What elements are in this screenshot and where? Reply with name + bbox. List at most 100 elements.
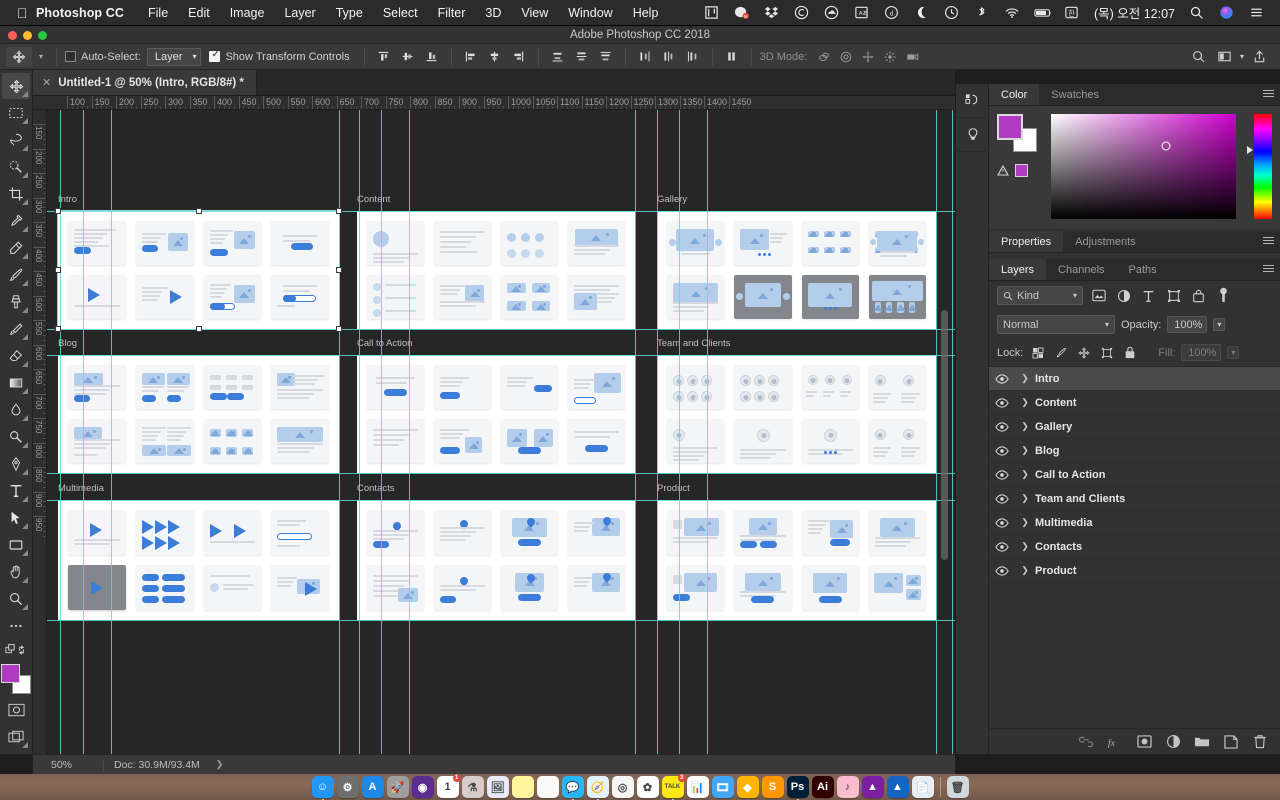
- wireframe-card[interactable]: [734, 275, 792, 319]
- history-brush-tool[interactable]: [2, 316, 30, 342]
- wireframe-card[interactable]: [568, 275, 625, 319]
- layer-group-expand-chevron-right-icon[interactable]: ❯: [1015, 397, 1035, 408]
- wifi-icon[interactable]: [1004, 5, 1020, 21]
- filter-pixel-icon[interactable]: [1089, 286, 1108, 305]
- dock-item-kakaotalk[interactable]: TALK 3: [661, 774, 686, 800]
- layer-group-expand-chevron-right-icon[interactable]: ❯: [1015, 469, 1035, 480]
- artboard-label[interactable]: Multimedia: [58, 483, 104, 494]
- wireframe-card[interactable]: [667, 221, 725, 265]
- artboard[interactable]: [58, 500, 339, 620]
- wireframe-card[interactable]: [203, 510, 262, 555]
- artboard[interactable]: [357, 355, 635, 473]
- wireframe-card[interactable]: [367, 419, 424, 463]
- scale-3d-camera-icon[interactable]: [901, 47, 923, 67]
- wireframe-card[interactable]: [568, 419, 625, 463]
- wireframe-card[interactable]: [68, 565, 126, 610]
- opacity-chevron-down-icon[interactable]: ▾: [1213, 318, 1226, 331]
- wireframe-card[interactable]: [568, 565, 625, 610]
- cloud-icon[interactable]: [824, 5, 840, 21]
- wireframe-card[interactable]: [434, 510, 491, 555]
- dock-item-trash[interactable]: 🗑: [946, 776, 969, 798]
- dock-item-safari[interactable]: 🧭: [586, 776, 609, 800]
- tab-paths[interactable]: Paths: [1117, 259, 1169, 280]
- tab-adjustments[interactable]: Adjustments: [1063, 231, 1148, 252]
- wireframe-card[interactable]: [501, 275, 558, 319]
- clone-stamp-tool[interactable]: [2, 289, 30, 315]
- wireframe-card[interactable]: [434, 275, 491, 319]
- layer-row[interactable]: ❯ Multimedia: [989, 511, 1280, 535]
- tool-preset-chevron-down-icon[interactable]: ▾: [34, 52, 48, 61]
- canvas-area[interactable]: Intro Content Gallery Blog Call to Action Tea…: [47, 110, 955, 754]
- align-horizontal-centers-icon[interactable]: [484, 47, 506, 67]
- dock-item-sublime-text[interactable]: S: [761, 776, 784, 798]
- guide-vertical[interactable]: [952, 110, 953, 754]
- dock-item-itunes[interactable]: ♪: [836, 776, 859, 798]
- align-bottom-edges-icon[interactable]: [421, 47, 443, 67]
- artboard[interactable]: [657, 500, 936, 620]
- wireframe-card[interactable]: [367, 365, 424, 409]
- wireframe-card[interactable]: [271, 419, 329, 463]
- dock-item-finder[interactable]: ☺: [311, 776, 334, 800]
- type-tool[interactable]: [2, 478, 30, 504]
- wireframe-card[interactable]: [271, 510, 329, 555]
- wireframe-card[interactable]: [501, 221, 558, 265]
- foreground-color-swatch[interactable]: [1, 664, 20, 683]
- notability-icon[interactable]: [704, 5, 720, 21]
- artboard-label[interactable]: Call to Action: [357, 338, 412, 349]
- workspace-chevron-down-icon[interactable]: ▾: [1240, 52, 1244, 61]
- wireframe-card[interactable]: [801, 365, 859, 409]
- layer-visibility-eye-icon[interactable]: [989, 517, 1015, 528]
- layer-group-expand-chevron-right-icon[interactable]: ❯: [1015, 445, 1035, 456]
- layer-group-expand-chevron-right-icon[interactable]: ❯: [1015, 421, 1035, 432]
- dock-item-photoshop[interactable]: Ps: [786, 776, 809, 800]
- wireframe-card[interactable]: [868, 565, 926, 610]
- gradient-tool[interactable]: [2, 370, 30, 396]
- primary-button[interactable]: [518, 594, 541, 601]
- wireframe-card[interactable]: [68, 510, 126, 555]
- wireframe-card[interactable]: [203, 419, 262, 463]
- primary-button[interactable]: [518, 539, 541, 546]
- menu-item-window[interactable]: Window: [558, 6, 622, 20]
- align-more-icon[interactable]: [721, 47, 743, 67]
- wireframe-card[interactable]: [271, 221, 329, 265]
- play-icon[interactable]: [304, 582, 317, 597]
- wireframe-card[interactable]: [868, 221, 926, 265]
- guide-vertical[interactable]: [83, 110, 84, 754]
- share-icon[interactable]: [1248, 47, 1270, 67]
- guide-horizontal[interactable]: [47, 473, 955, 474]
- pen-tool[interactable]: [2, 451, 30, 477]
- menu-item-layer[interactable]: Layer: [274, 6, 325, 20]
- gamut-warning-icon[interactable]: [997, 165, 1009, 176]
- wireframe-card[interactable]: [367, 565, 424, 610]
- distribute-bottom-edges-icon[interactable]: [595, 47, 617, 67]
- document-tab[interactable]: ✕ Untitled-1 @ 50% (Intro, RGB/8#) *: [33, 70, 257, 95]
- guide-vertical[interactable]: [635, 110, 636, 754]
- distribute-right-edges-icon[interactable]: [682, 47, 704, 67]
- hue-slider[interactable]: [1247, 114, 1272, 219]
- brush-tool[interactable]: [2, 262, 30, 288]
- play-icon[interactable]: [167, 520, 180, 534]
- pan-3d-icon[interactable]: [857, 47, 879, 67]
- opacity-field[interactable]: 100%: [1167, 316, 1208, 333]
- layer-visibility-eye-icon[interactable]: [989, 541, 1015, 552]
- primary-button[interactable]: [209, 393, 227, 400]
- edit-toolbar-tool[interactable]: [2, 613, 30, 639]
- guide-vertical[interactable]: [679, 110, 680, 754]
- delete-layer-icon[interactable]: [1252, 734, 1268, 750]
- wireframe-card[interactable]: [801, 221, 859, 265]
- transform-handle[interactable]: [55, 267, 61, 273]
- wireframe-card[interactable]: [868, 419, 926, 463]
- guide-vertical[interactable]: [381, 110, 382, 754]
- transform-handle[interactable]: [336, 208, 342, 214]
- crop-tool[interactable]: [2, 181, 30, 207]
- layer-visibility-eye-icon[interactable]: [989, 445, 1015, 456]
- wireframe-card[interactable]: [203, 565, 262, 610]
- layer-row[interactable]: ❯ Product: [989, 559, 1280, 583]
- wireframe-card[interactable]: [734, 419, 792, 463]
- wireframe-card[interactable]: [367, 221, 424, 265]
- layer-row[interactable]: ❯ Content: [989, 391, 1280, 415]
- quick-selection-tool[interactable]: [2, 154, 30, 180]
- menu-item-file[interactable]: File: [138, 6, 178, 20]
- quick-mask-icon[interactable]: [2, 697, 30, 723]
- primary-button[interactable]: [585, 445, 608, 453]
